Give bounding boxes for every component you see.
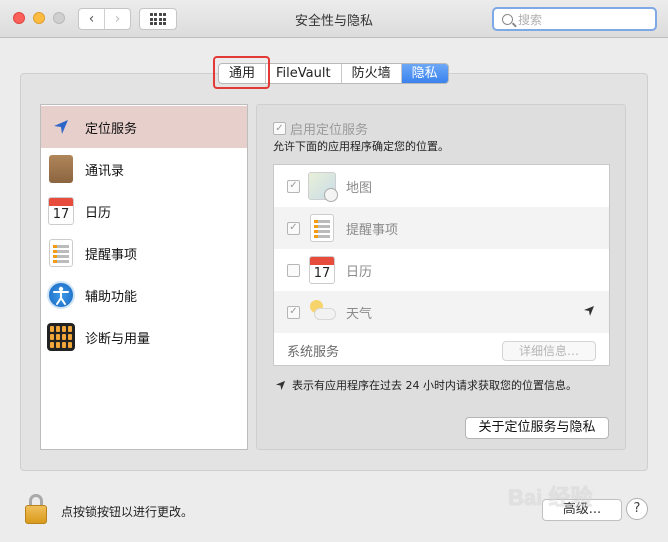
app-checkbox-weather[interactable]: ✓ [287,305,300,319]
app-checkbox-calendar[interactable] [287,263,300,277]
location-arrow-icon [275,380,286,390]
sidebar-item-diagnostics[interactable]: 诊断与用量 [41,316,247,358]
reminders-icon-wrap [47,239,75,267]
recent-location-arrow-icon [584,306,594,316]
recent-request-note-text: 表示有应用程序在过去 24 小时内请求获取您的位置信息。 [292,379,577,392]
app-name: 日历 [346,264,373,280]
app-row-weather[interactable]: ✓ 天气 [274,291,609,333]
sidebar-item-reminders[interactable]: 提醒事项 [41,232,247,274]
privacy-category-list: 定位服务 通讯录 17 日历 提醒事项 辅助功能 诊断与用量 [40,104,248,450]
calendar-icon: 17 [308,255,336,285]
app-name: 提醒事项 [346,222,399,238]
baidu-watermark: Bai 经验 [508,485,593,510]
calendar-icon: 17 [48,197,74,225]
app-row-reminders[interactable]: ✓ 提醒事项 [274,207,609,249]
lock-icon[interactable] [25,494,47,524]
annotation-highlight-box [213,56,270,89]
tab-firewall[interactable]: 防火墙 [342,64,402,83]
enable-location-services-label: 启用定位服务 [290,123,369,138]
title-bar: ‹ › 安全性与隐私 搜索 [0,0,668,38]
weather-icon [308,297,336,327]
sidebar-item-label: 辅助功能 [85,289,138,305]
search-icon [502,13,513,25]
sidebar-item-calendar[interactable]: 17 日历 [41,190,247,232]
app-checkbox-reminders[interactable]: ✓ [287,221,300,235]
help-button[interactable]: ? [626,498,648,520]
app-name: 天气 [346,306,373,322]
sidebar-item-label: 诊断与用量 [85,331,151,347]
maps-icon [308,171,338,202]
accessibility-icon [47,281,75,309]
location-app-list: ✓ 地图 ✓ 提醒事项 17 日历 ✓ 天气 系统服务 详细信息… [273,164,610,366]
location-arrow-icon [47,113,75,141]
search-placeholder: 搜索 [518,12,543,27]
recent-request-note: 表示有应用程序在过去 24 小时内请求获取您的位置信息。 [275,377,577,393]
system-services-row: 系统服务 详细信息… [274,333,609,365]
calendar-icon-wrap: 17 [47,197,75,225]
diagnostics-icon [47,323,75,351]
app-row-maps[interactable]: ✓ 地图 [274,165,609,207]
sidebar-item-label: 日历 [85,205,112,221]
lock-hint-text: 点按锁按钮以进行更改。 [61,505,194,519]
diagnostics-icon-wrap [47,323,75,351]
location-description: 允许下面的应用程序确定您的位置。 [273,140,449,153]
sidebar-item-contacts[interactable]: 通讯录 [41,148,247,190]
contacts-book-icon [49,155,73,183]
sidebar-item-label: 定位服务 [85,121,138,137]
about-location-privacy-button[interactable]: 关于定位服务与隐私 [465,417,609,439]
app-name: 地图 [346,180,373,196]
sidebar-item-location-services[interactable]: 定位服务 [41,106,247,148]
tab-filevault[interactable]: FileVault [266,64,342,83]
app-row-calendar[interactable]: 17 日历 [274,249,609,291]
search-field[interactable]: 搜索 [492,7,657,31]
contacts-book-icon-wrap [47,155,75,183]
tab-privacy[interactable]: 隐私 [401,64,448,83]
accessibility-icon-wrap [47,281,75,309]
sidebar-item-label: 通讯录 [85,163,125,179]
enable-location-services-checkbox[interactable]: ✓ [273,122,286,135]
reminders-icon [308,213,336,243]
system-services-label: 系统服务 [287,344,340,360]
app-checkbox-maps[interactable]: ✓ [287,179,300,193]
sidebar-item-label: 提醒事项 [85,247,138,263]
enable-location-services-row[interactable]: ✓ 启用定位服务 [273,119,368,138]
reminders-icon [49,239,73,267]
sidebar-item-accessibility[interactable]: 辅助功能 [41,274,247,316]
details-button[interactable]: 详细信息… [502,341,596,361]
